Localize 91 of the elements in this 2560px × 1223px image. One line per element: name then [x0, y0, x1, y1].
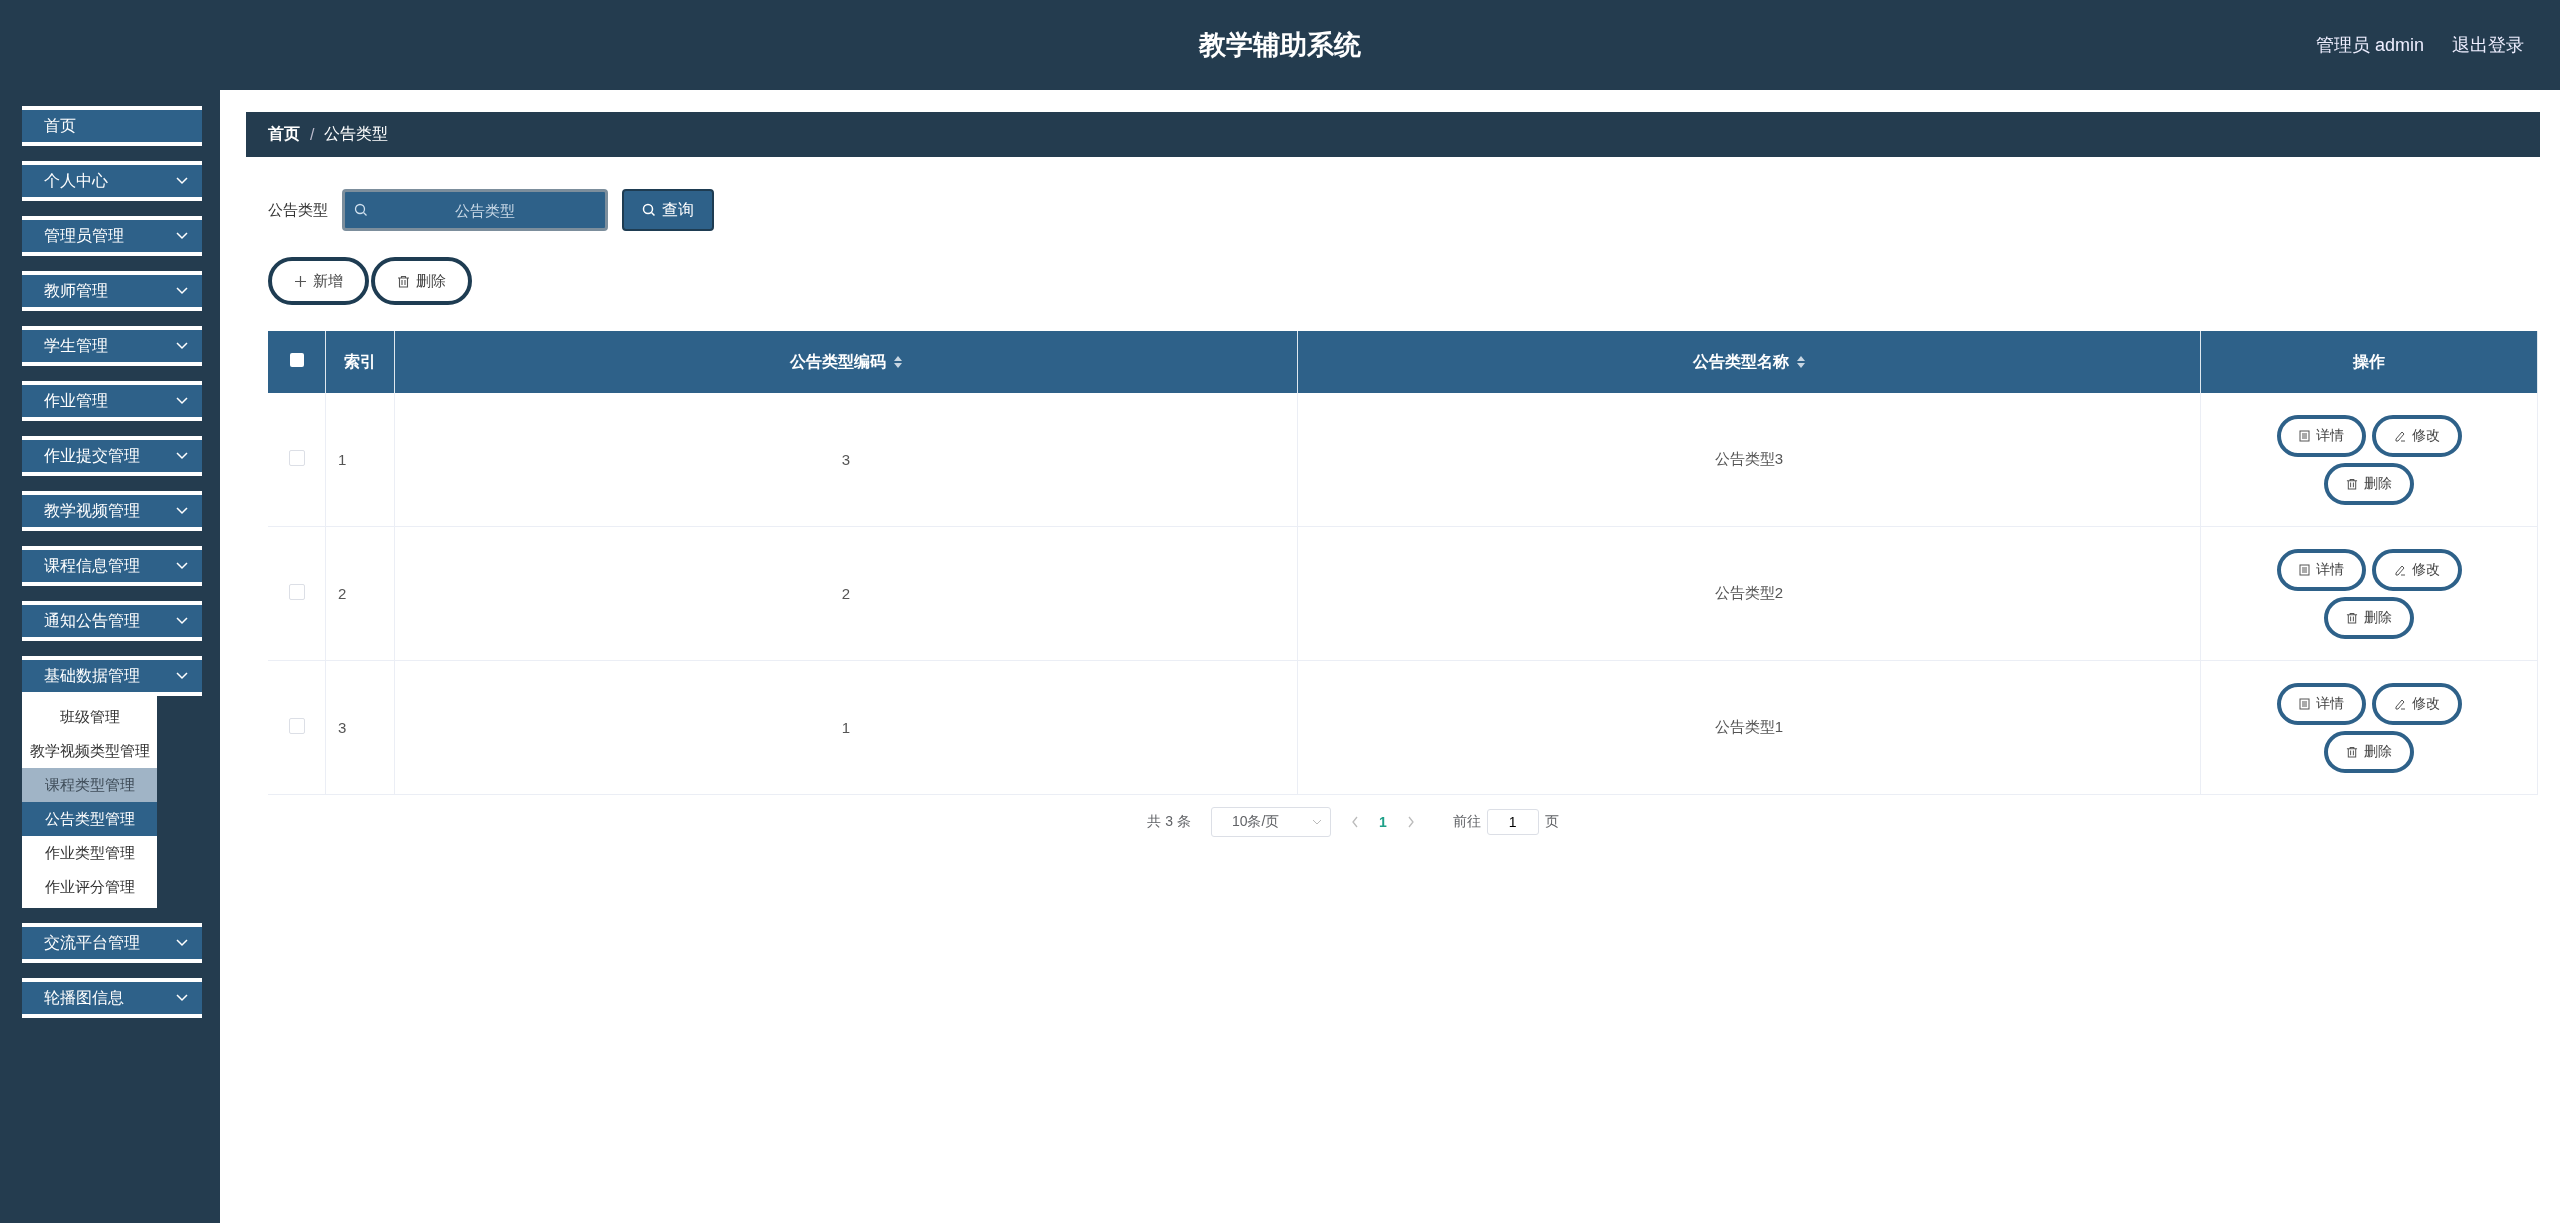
- sort-icon[interactable]: [1797, 356, 1806, 369]
- search-icon: [354, 203, 368, 217]
- trash-icon: [2346, 477, 2358, 490]
- document-icon: [2298, 563, 2310, 576]
- menu-item[interactable]: 教师管理: [22, 271, 202, 311]
- chevron-down-icon: [176, 287, 188, 295]
- plus-icon: [294, 274, 307, 288]
- menu-item[interactable]: 基础数据管理: [22, 656, 202, 696]
- page-size-select[interactable]: 10条/页: [1210, 807, 1331, 837]
- table-cell: 3: [325, 660, 395, 795]
- row-checkbox[interactable]: [288, 718, 305, 734]
- trash-icon: [2346, 745, 2358, 758]
- column-header: 索引: [325, 331, 395, 393]
- select-all-checkbox[interactable]: [289, 353, 304, 367]
- menu-item[interactable]: 个人中心: [22, 161, 202, 201]
- chevron-left-icon[interactable]: [1350, 816, 1359, 828]
- user-label: 管理员 admin: [2315, 34, 2424, 57]
- menu-item[interactable]: 教学视频管理: [22, 491, 202, 531]
- pencil-icon: [2393, 697, 2406, 710]
- table-cell: 1: [325, 393, 395, 527]
- edit-button[interactable]: 修改: [2371, 682, 2462, 725]
- table-cell: 2: [394, 526, 1298, 661]
- edit-button[interactable]: 修改: [2371, 414, 2462, 457]
- pencil-icon: [2393, 429, 2406, 442]
- chevron-down-icon: [176, 452, 188, 460]
- chevron-down-icon: [176, 177, 188, 185]
- delete-button[interactable]: 删除: [2324, 596, 2414, 639]
- detail-button[interactable]: 详情: [2276, 414, 2366, 457]
- column-header: 公告类型名称: [1297, 331, 2201, 393]
- document-icon: [2298, 429, 2310, 442]
- row-checkbox[interactable]: [288, 584, 305, 600]
- menu-item[interactable]: 轮播图信息: [22, 978, 202, 1018]
- chevron-down-icon: [1311, 819, 1322, 825]
- menu-item[interactable]: 作业提交管理: [22, 436, 202, 476]
- trash-icon: [2346, 611, 2358, 624]
- menu-item[interactable]: 作业管理: [22, 381, 202, 421]
- row-checkbox[interactable]: [288, 450, 305, 466]
- chevron-down-icon: [176, 232, 188, 240]
- table-cell: 公告类型1: [1297, 660, 2201, 795]
- breadcrumb-link[interactable]: 公告类型: [324, 124, 389, 145]
- chevron-down-icon: [176, 562, 188, 570]
- table-cell: 2: [325, 526, 395, 661]
- menu-item[interactable]: 首页: [22, 106, 202, 146]
- chevron-down-icon: [176, 617, 188, 625]
- column-header: 公告类型编码: [394, 331, 1298, 393]
- menu-item[interactable]: 学生管理: [22, 326, 202, 366]
- chevron-down-icon: [176, 342, 188, 350]
- add-button[interactable]: 新增: [268, 257, 369, 305]
- detail-button[interactable]: 详情: [2276, 682, 2366, 725]
- search-field[interactable]: 公告类型: [342, 189, 608, 231]
- submenu-item[interactable]: 公告类型管理: [22, 802, 157, 836]
- breadcrumb-link[interactable]: 首页: [268, 124, 300, 145]
- table-cell: 3: [394, 393, 1298, 527]
- delete-button[interactable]: 删除: [2324, 730, 2414, 773]
- chevron-right-icon[interactable]: [1406, 816, 1415, 828]
- delete-button[interactable]: 删除: [2324, 462, 2414, 505]
- app-title: 教学辅助系统: [1199, 29, 1361, 62]
- menu-item[interactable]: 交流平台管理: [22, 923, 202, 963]
- total-count: 共 3 条: [1147, 813, 1191, 831]
- goto-page-field[interactable]: 1: [1486, 809, 1539, 835]
- submenu-item[interactable]: 作业评分管理: [22, 870, 157, 904]
- table-cell: 公告类型2: [1297, 526, 2201, 661]
- submenu-item[interactable]: 教学视频类型管理: [22, 734, 157, 768]
- goto-label: 前往: [1452, 813, 1481, 831]
- search-label: 公告类型: [268, 200, 328, 220]
- submenu-item[interactable]: 课程类型管理: [22, 768, 157, 802]
- submenu-item[interactable]: 作业类型管理: [22, 836, 157, 870]
- delete-button[interactable]: 删除: [371, 257, 472, 305]
- logout-link[interactable]: 退出登录: [2452, 33, 2524, 57]
- menu-item[interactable]: 管理员管理: [22, 216, 202, 256]
- submenu-item[interactable]: 班级管理: [22, 700, 157, 734]
- trash-icon: [397, 274, 410, 288]
- menu-item[interactable]: 通知公告管理: [22, 601, 202, 641]
- column-header: 操作: [2200, 331, 2538, 393]
- breadcrumb-separator: /: [310, 125, 315, 144]
- chevron-down-icon: [176, 397, 188, 405]
- chevron-down-icon: [176, 994, 188, 1002]
- pencil-icon: [2393, 563, 2406, 576]
- search-button[interactable]: 查询: [622, 189, 714, 231]
- sort-icon[interactable]: [894, 356, 903, 369]
- table-cell: 公告类型3: [1297, 393, 2201, 527]
- chevron-down-icon: [176, 672, 188, 680]
- chevron-down-icon: [176, 939, 188, 947]
- search-icon: [642, 203, 656, 217]
- table-cell: 1: [394, 660, 1298, 795]
- detail-button[interactable]: 详情: [2276, 548, 2366, 591]
- page-suffix: 页: [1544, 813, 1559, 831]
- document-icon: [2298, 697, 2310, 710]
- chevron-down-icon: [176, 507, 188, 515]
- menu-item[interactable]: 课程信息管理: [22, 546, 202, 586]
- edit-button[interactable]: 修改: [2371, 548, 2462, 591]
